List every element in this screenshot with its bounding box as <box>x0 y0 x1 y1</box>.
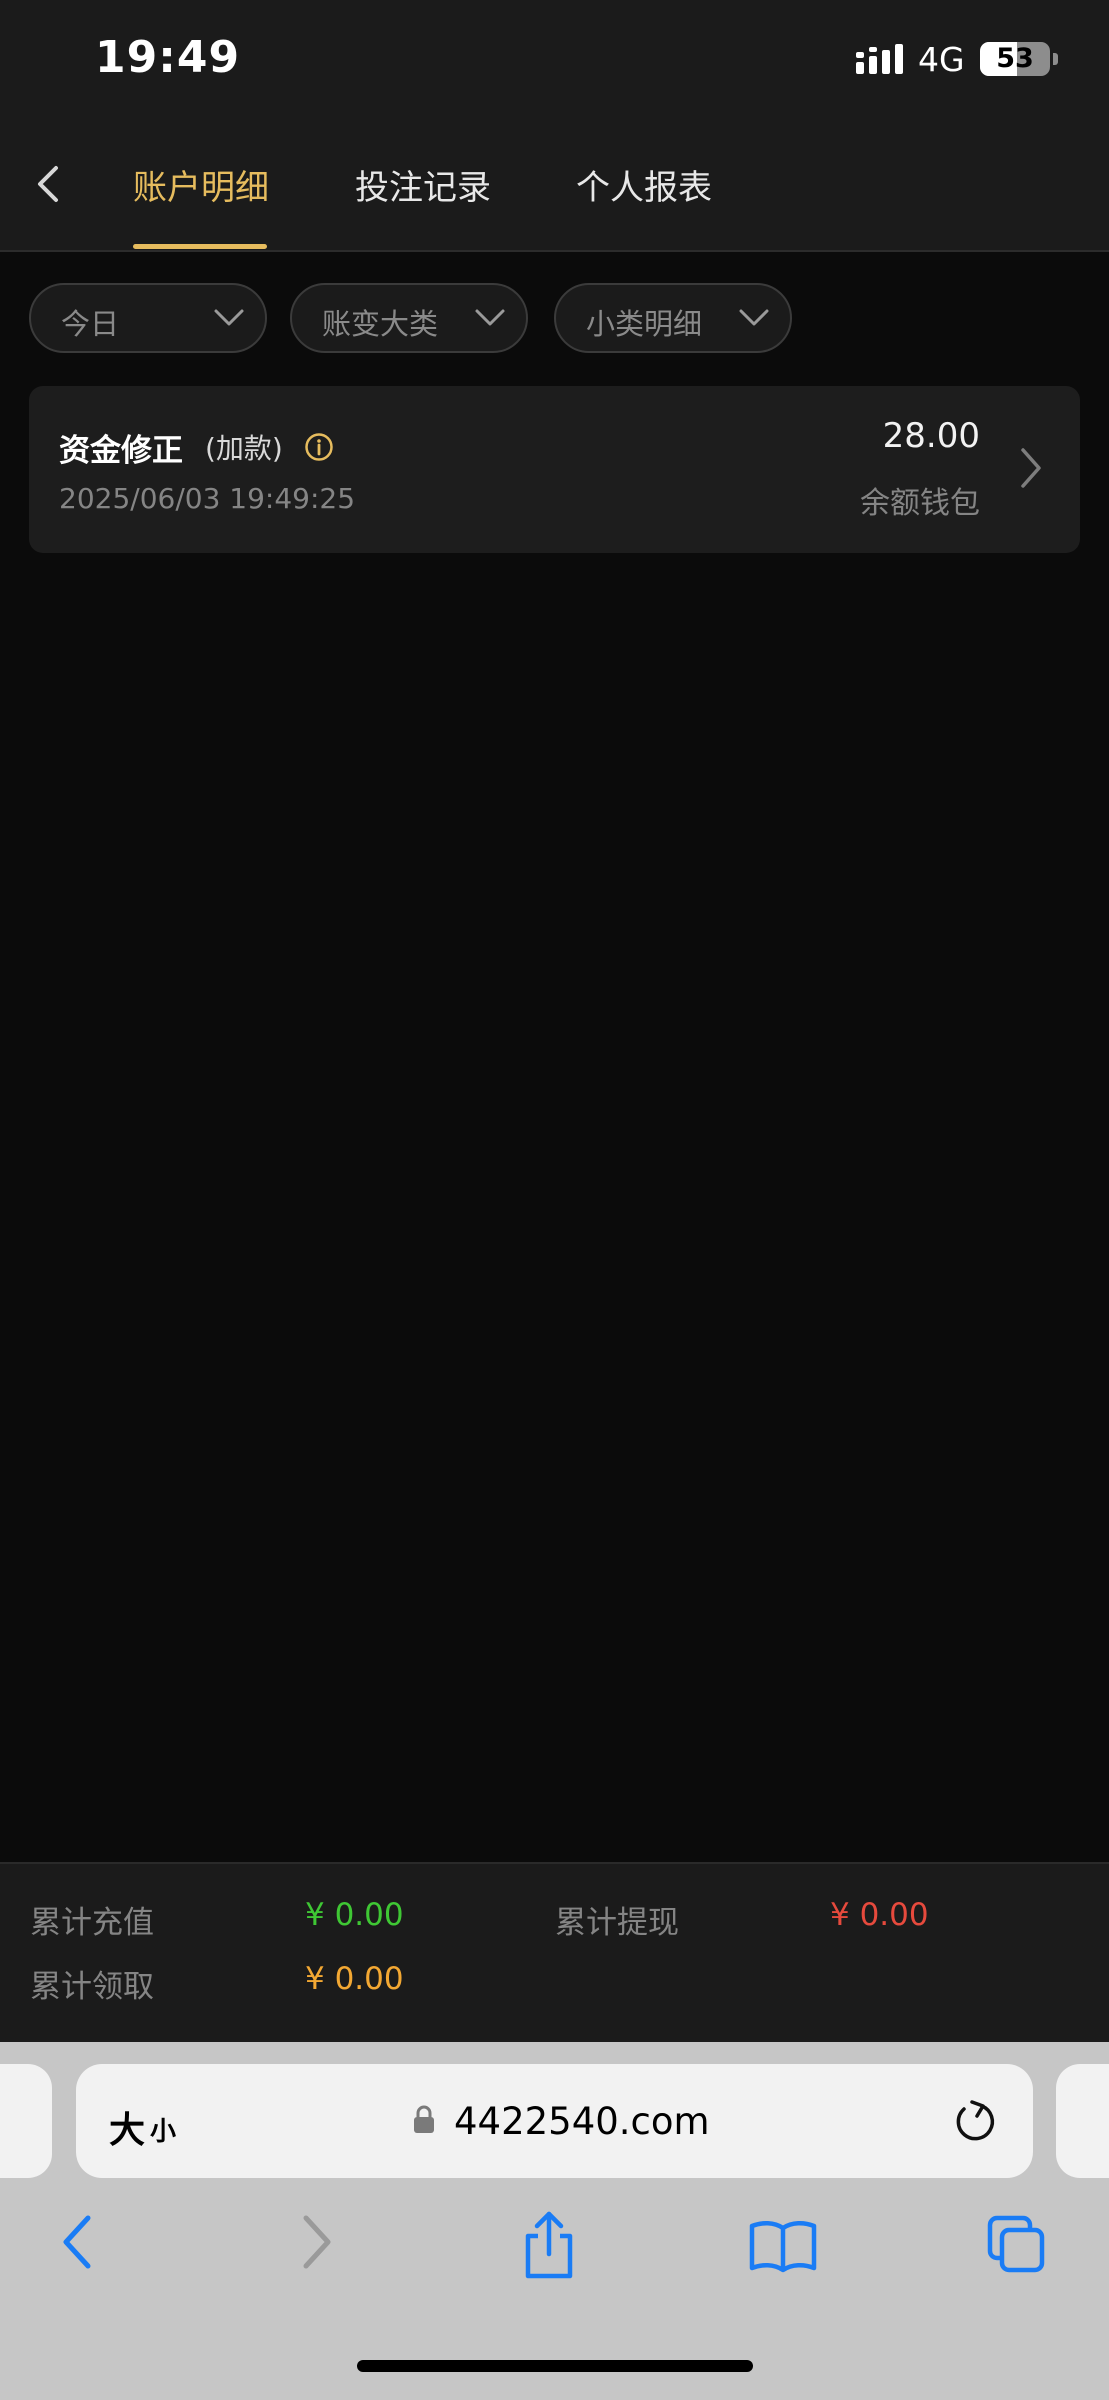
battery-percent: 53 <box>996 43 1034 74</box>
reload-icon[interactable] <box>952 2098 998 2144</box>
summary-claim-value: ¥ 0.00 <box>305 1961 404 1997</box>
summary-recharge-label: 累计充值 <box>30 1905 154 1941</box>
filter-subcategory-label: 小类明细 <box>586 307 703 341</box>
share-icon[interactable] <box>520 2210 578 2280</box>
info-icon[interactable] <box>304 432 334 462</box>
chevron-left-icon[interactable] <box>28 162 68 206</box>
lock-icon <box>414 2105 434 2133</box>
filter-category[interactable]: 账变大类 <box>290 283 528 353</box>
text-size-button[interactable]: 大 <box>109 2101 145 2153</box>
browser-toolbar: 大 小 4422540.com <box>0 2042 1109 2400</box>
filter-date-label: 今日 <box>61 307 120 341</box>
address-bar[interactable]: 大 小 4422540.com <box>76 2064 1033 2178</box>
summary-withdraw-value: ¥ 0.00 <box>830 1897 929 1933</box>
tab-personal-report[interactable]: 个人报表 <box>576 160 712 209</box>
record-card[interactable]: 资金修正 (加款) 2025/06/03 19:49:25 28.00 余额钱包 <box>29 386 1080 553</box>
browser-back-icon[interactable] <box>58 2212 98 2272</box>
previous-tab-preview[interactable] <box>0 2064 52 2178</box>
chevron-down-icon <box>739 309 769 326</box>
summary-withdraw-label: 累计提现 <box>555 1905 679 1941</box>
record-title: 资金修正 <box>59 433 183 469</box>
tab-account-details[interactable]: 账户明细 <box>133 160 269 209</box>
filter-subcategory[interactable]: 小类明细 <box>554 283 792 353</box>
status-time: 19:49 <box>95 32 241 83</box>
url-domain: 4422540.com <box>454 2100 710 2143</box>
chevron-right-icon <box>1021 448 1041 488</box>
header-divider <box>0 250 1109 252</box>
chevron-down-icon <box>214 309 244 326</box>
text-size-small-label: 小 <box>150 2117 177 2147</box>
summary-claim-label: 累计领取 <box>30 1969 154 2005</box>
network-type: 4G <box>918 40 965 79</box>
record-subtitle: (加款) <box>205 432 283 465</box>
next-tab-preview[interactable] <box>1056 2064 1109 2178</box>
home-indicator <box>357 2360 753 2372</box>
chevron-down-icon <box>475 309 505 326</box>
record-amount: 28.00 <box>882 416 980 456</box>
record-wallet: 余额钱包 <box>860 486 980 521</box>
record-time: 2025/06/03 19:49:25 <box>59 482 356 515</box>
tabs-icon[interactable] <box>986 2214 1048 2276</box>
filter-category-label: 账变大类 <box>322 307 439 341</box>
bookmarks-icon[interactable] <box>748 2218 818 2274</box>
signal-icon <box>856 44 903 74</box>
battery-icon: 53 <box>980 42 1050 76</box>
tab-bet-records[interactable]: 投注记录 <box>355 160 491 209</box>
summary-panel: 累计充值 ¥ 0.00 累计提现 ¥ 0.00 累计领取 ¥ 0.00 <box>0 1862 1109 2044</box>
filter-date[interactable]: 今日 <box>29 283 267 353</box>
summary-recharge-value: ¥ 0.00 <box>305 1897 404 1933</box>
active-tab-indicator <box>133 244 267 249</box>
browser-forward-icon[interactable] <box>296 2212 336 2272</box>
battery-tip <box>1053 53 1058 65</box>
